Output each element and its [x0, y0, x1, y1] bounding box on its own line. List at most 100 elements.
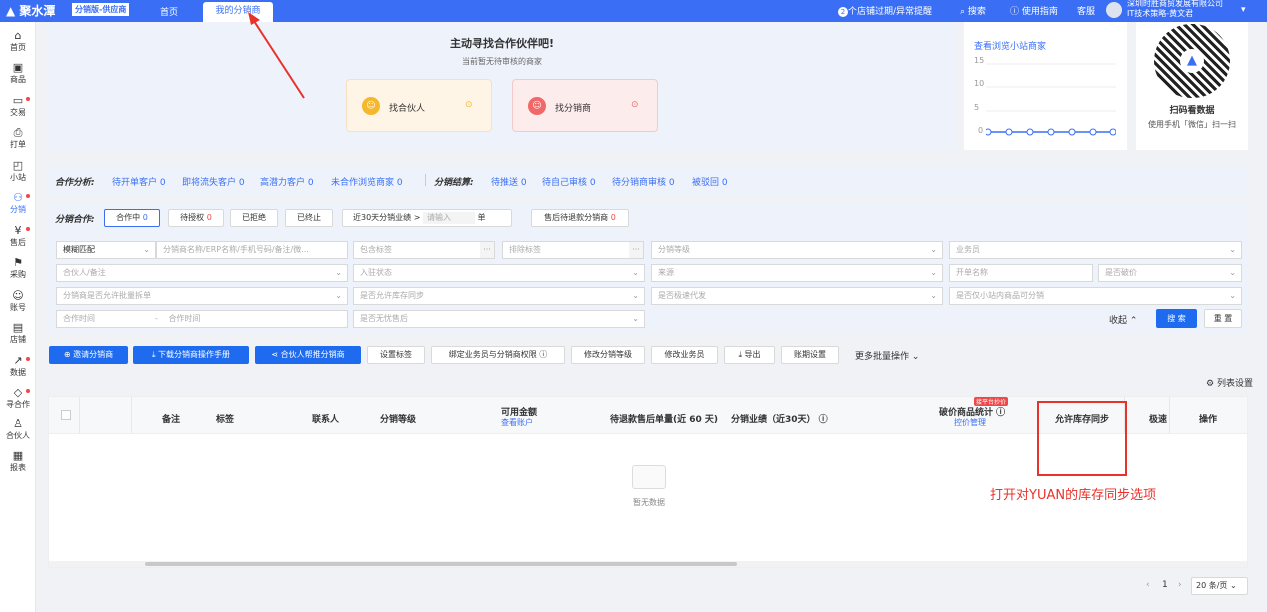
perf-filter: 近30天分销业绩 > 请输入 单	[342, 209, 512, 227]
price-control-link[interactable]: 控价管理	[954, 417, 986, 428]
sidebar-item-goods[interactable]: ▣ 商品	[0, 62, 36, 85]
analysis-item[interactable]: 即将流失客户 0	[182, 175, 245, 188]
exclude-tag-input[interactable]: 排除标签 ···	[502, 241, 644, 259]
view-visitors-link[interactable]: 查看浏览小站商家	[974, 39, 1046, 52]
reset-button[interactable]: 重 置	[1204, 309, 1242, 328]
fast-ship-select[interactable]: 是否极速代发 ⌄	[651, 287, 943, 305]
status-select[interactable]: 入驻状态 ⌄	[353, 264, 645, 282]
sidebar-item-print[interactable]: ⎙ 打单	[0, 127, 36, 150]
shop-name-input[interactable]: 开单名称	[949, 264, 1093, 282]
download-manual-button[interactable]: ⤓ 下载分销商操作手册	[133, 346, 249, 364]
view-account-link[interactable]: 查看账户	[501, 417, 533, 428]
settle-item[interactable]: 待分销商审核 0	[612, 175, 675, 188]
level-select[interactable]: 分销等级 ⌄	[651, 241, 943, 259]
partner-select[interactable]: 合伙人/备注 ⌄	[56, 264, 348, 282]
set-tag-button[interactable]: 设置标签	[367, 346, 425, 364]
user-info[interactable]: 深圳时胜商贸发展有限公司 IT技术策略-黄文君	[1127, 0, 1223, 19]
alert-link[interactable]: 2 个店铺过期/异常提醒	[838, 4, 932, 17]
prev-page-button[interactable]: ‹	[1146, 580, 1150, 590]
settle-item[interactable]: 待推送 0	[491, 175, 527, 188]
tab-home[interactable]: 首页	[160, 5, 178, 18]
tab-pending-auth[interactable]: 待授权 0	[168, 209, 224, 227]
sidebar-item-store[interactable]: ▤ 店铺	[0, 322, 36, 345]
banner-title: 主动寻找合作伙伴吧!	[449, 37, 555, 50]
divider	[425, 174, 426, 186]
app-logo[interactable]: ▲ 聚水潭	[6, 2, 55, 19]
scrollbar-thumb[interactable]	[145, 562, 737, 566]
only-site-select[interactable]: 是否仅小站内商品可分销 ⌄	[949, 287, 1242, 305]
billing-button[interactable]: 账期设置	[781, 346, 839, 364]
col-performance: 分销业绩（近30天） ⓘ	[731, 412, 828, 425]
download-icon: ⤓	[151, 350, 156, 359]
settle-item[interactable]: 待自己审核 0	[542, 175, 596, 188]
col-pending-refund: 待退款售后单量(近 60 天)	[610, 415, 719, 425]
horizontal-scrollbar[interactable]	[49, 561, 1247, 567]
service-link[interactable]: 客服	[1077, 4, 1095, 17]
sidebar-item-aftersale[interactable]: ¥ 售后	[0, 225, 36, 248]
coop-label: 分销合作:	[55, 215, 95, 225]
next-page-button[interactable]: ›	[1178, 580, 1182, 590]
stock-sync-select[interactable]: 是否允许库存同步 ⌄	[353, 287, 645, 305]
sidebar-item-data[interactable]: ↗ 数据	[0, 355, 36, 378]
settle-item[interactable]: 被驳回 0	[692, 175, 728, 188]
chevron-down-icon: ⌄	[1229, 291, 1236, 300]
change-level-button[interactable]: 修改分销等级	[571, 346, 645, 364]
no-aftersale-select[interactable]: 是否无忧售后 ⌄	[353, 310, 645, 328]
settle-item-count: 0	[589, 178, 596, 188]
sidebar-item-label: 店铺	[10, 335, 26, 344]
keyword-input[interactable]: 分销商名称/ERP名称/手机号码/备注/微...	[156, 241, 348, 259]
analysis-item[interactable]: 待开单客户 0	[112, 175, 166, 188]
collapse-toggle[interactable]: 收起 ⌃	[1109, 313, 1137, 326]
sidebar-item-account[interactable]: ☺ 账号	[0, 290, 36, 313]
source-select[interactable]: 来源 ⌄	[651, 264, 943, 282]
chevron-down-icon: ⌄	[632, 291, 639, 300]
page-size-select[interactable]: 20 条/页 ⌄	[1191, 577, 1248, 595]
sidebar-item-purchase[interactable]: ⚑ 采购	[0, 257, 36, 280]
find-partner-card[interactable]: ☺ 找合伙人 ⊙	[346, 79, 492, 132]
perf-input[interactable]: 请输入	[422, 211, 475, 224]
tab-terminated[interactable]: 已终止	[285, 209, 333, 227]
sidebar-item-label: 打单	[10, 140, 26, 149]
sidebar-item-partner-find[interactable]: ◇ 寻合作	[0, 387, 36, 410]
more-batch-dropdown[interactable]: 更多批量操作 ⌄	[855, 349, 919, 362]
sidebar-item-shop[interactable]: ◰ 小站	[0, 160, 36, 183]
tab-rejected[interactable]: 已拒绝	[230, 209, 278, 227]
company-name: 深圳时胜商贸发展有限公司	[1127, 0, 1223, 8]
sidebar-item-home[interactable]: ⌂ 首页	[0, 30, 36, 53]
include-tag-input[interactable]: 包含标签 ···	[353, 241, 495, 259]
chevron-up-icon: ⌃	[1129, 316, 1138, 326]
caret-down-icon[interactable]: ▾	[1241, 5, 1246, 15]
report-icon: ▦	[12, 449, 24, 462]
tab-cooperating[interactable]: 合作中 0	[104, 209, 160, 227]
search-button[interactable]: 搜 索	[1156, 309, 1197, 328]
sidebar-item-report[interactable]: ▦ 报表	[0, 450, 36, 473]
select-all-checkbox[interactable]	[61, 410, 71, 420]
batch-split-select[interactable]: 分销商是否允许批量拆单 ⌄	[56, 287, 348, 305]
divider	[1169, 397, 1170, 434]
col-performance-label: 分销业绩（近30天）	[731, 415, 816, 425]
coop-time-range[interactable]: 合作时间 - 合作时间	[56, 310, 348, 328]
sidebar-item-partner[interactable]: ♙ 合伙人	[0, 418, 36, 441]
export-button[interactable]: ⤓ 导出	[724, 346, 775, 364]
salesman-select[interactable]: 业务员 ⌄	[949, 241, 1242, 259]
sidebar-item-label: 交易	[10, 108, 26, 117]
analysis-item[interactable]: 高潜力客户 0	[260, 175, 314, 188]
partner-placeholder: 合伙人/备注	[63, 268, 106, 277]
avatar[interactable]	[1106, 2, 1122, 18]
account-icon: ☺	[12, 289, 24, 302]
sidebar-item-trade[interactable]: ▭ 交易	[0, 95, 36, 118]
broken-price-select[interactable]: 是否破价 ⌄	[1098, 264, 1242, 282]
search-link[interactable]: ⌕ 搜索	[960, 4, 986, 17]
match-mode-select[interactable]: 模糊匹配 ⌄	[56, 241, 156, 259]
partner-promote-button[interactable]: ⋖ 合伙人帮推分销商	[255, 346, 361, 364]
pending-refund-tab[interactable]: 售后待退款分销商 0	[531, 209, 629, 227]
analysis-item[interactable]: 未合作浏览商家 0	[331, 175, 403, 188]
sidebar-item-distribution[interactable]: ⚇ 分销	[0, 192, 36, 215]
find-distributor-card[interactable]: ☺ 找分销商 ⊙	[512, 79, 658, 132]
current-page[interactable]: 1	[1162, 580, 1168, 590]
bind-salesman-button[interactable]: 绑定业务员与分销商权限 ⓘ	[431, 346, 565, 364]
invite-distributor-button[interactable]: ⊕ 邀请分销商	[49, 346, 128, 364]
guide-link[interactable]: ⓘ 使用指南	[1010, 4, 1058, 17]
column-settings-link[interactable]: ⚙ 列表设置	[1206, 376, 1253, 389]
change-salesman-button[interactable]: 修改业务员	[651, 346, 718, 364]
